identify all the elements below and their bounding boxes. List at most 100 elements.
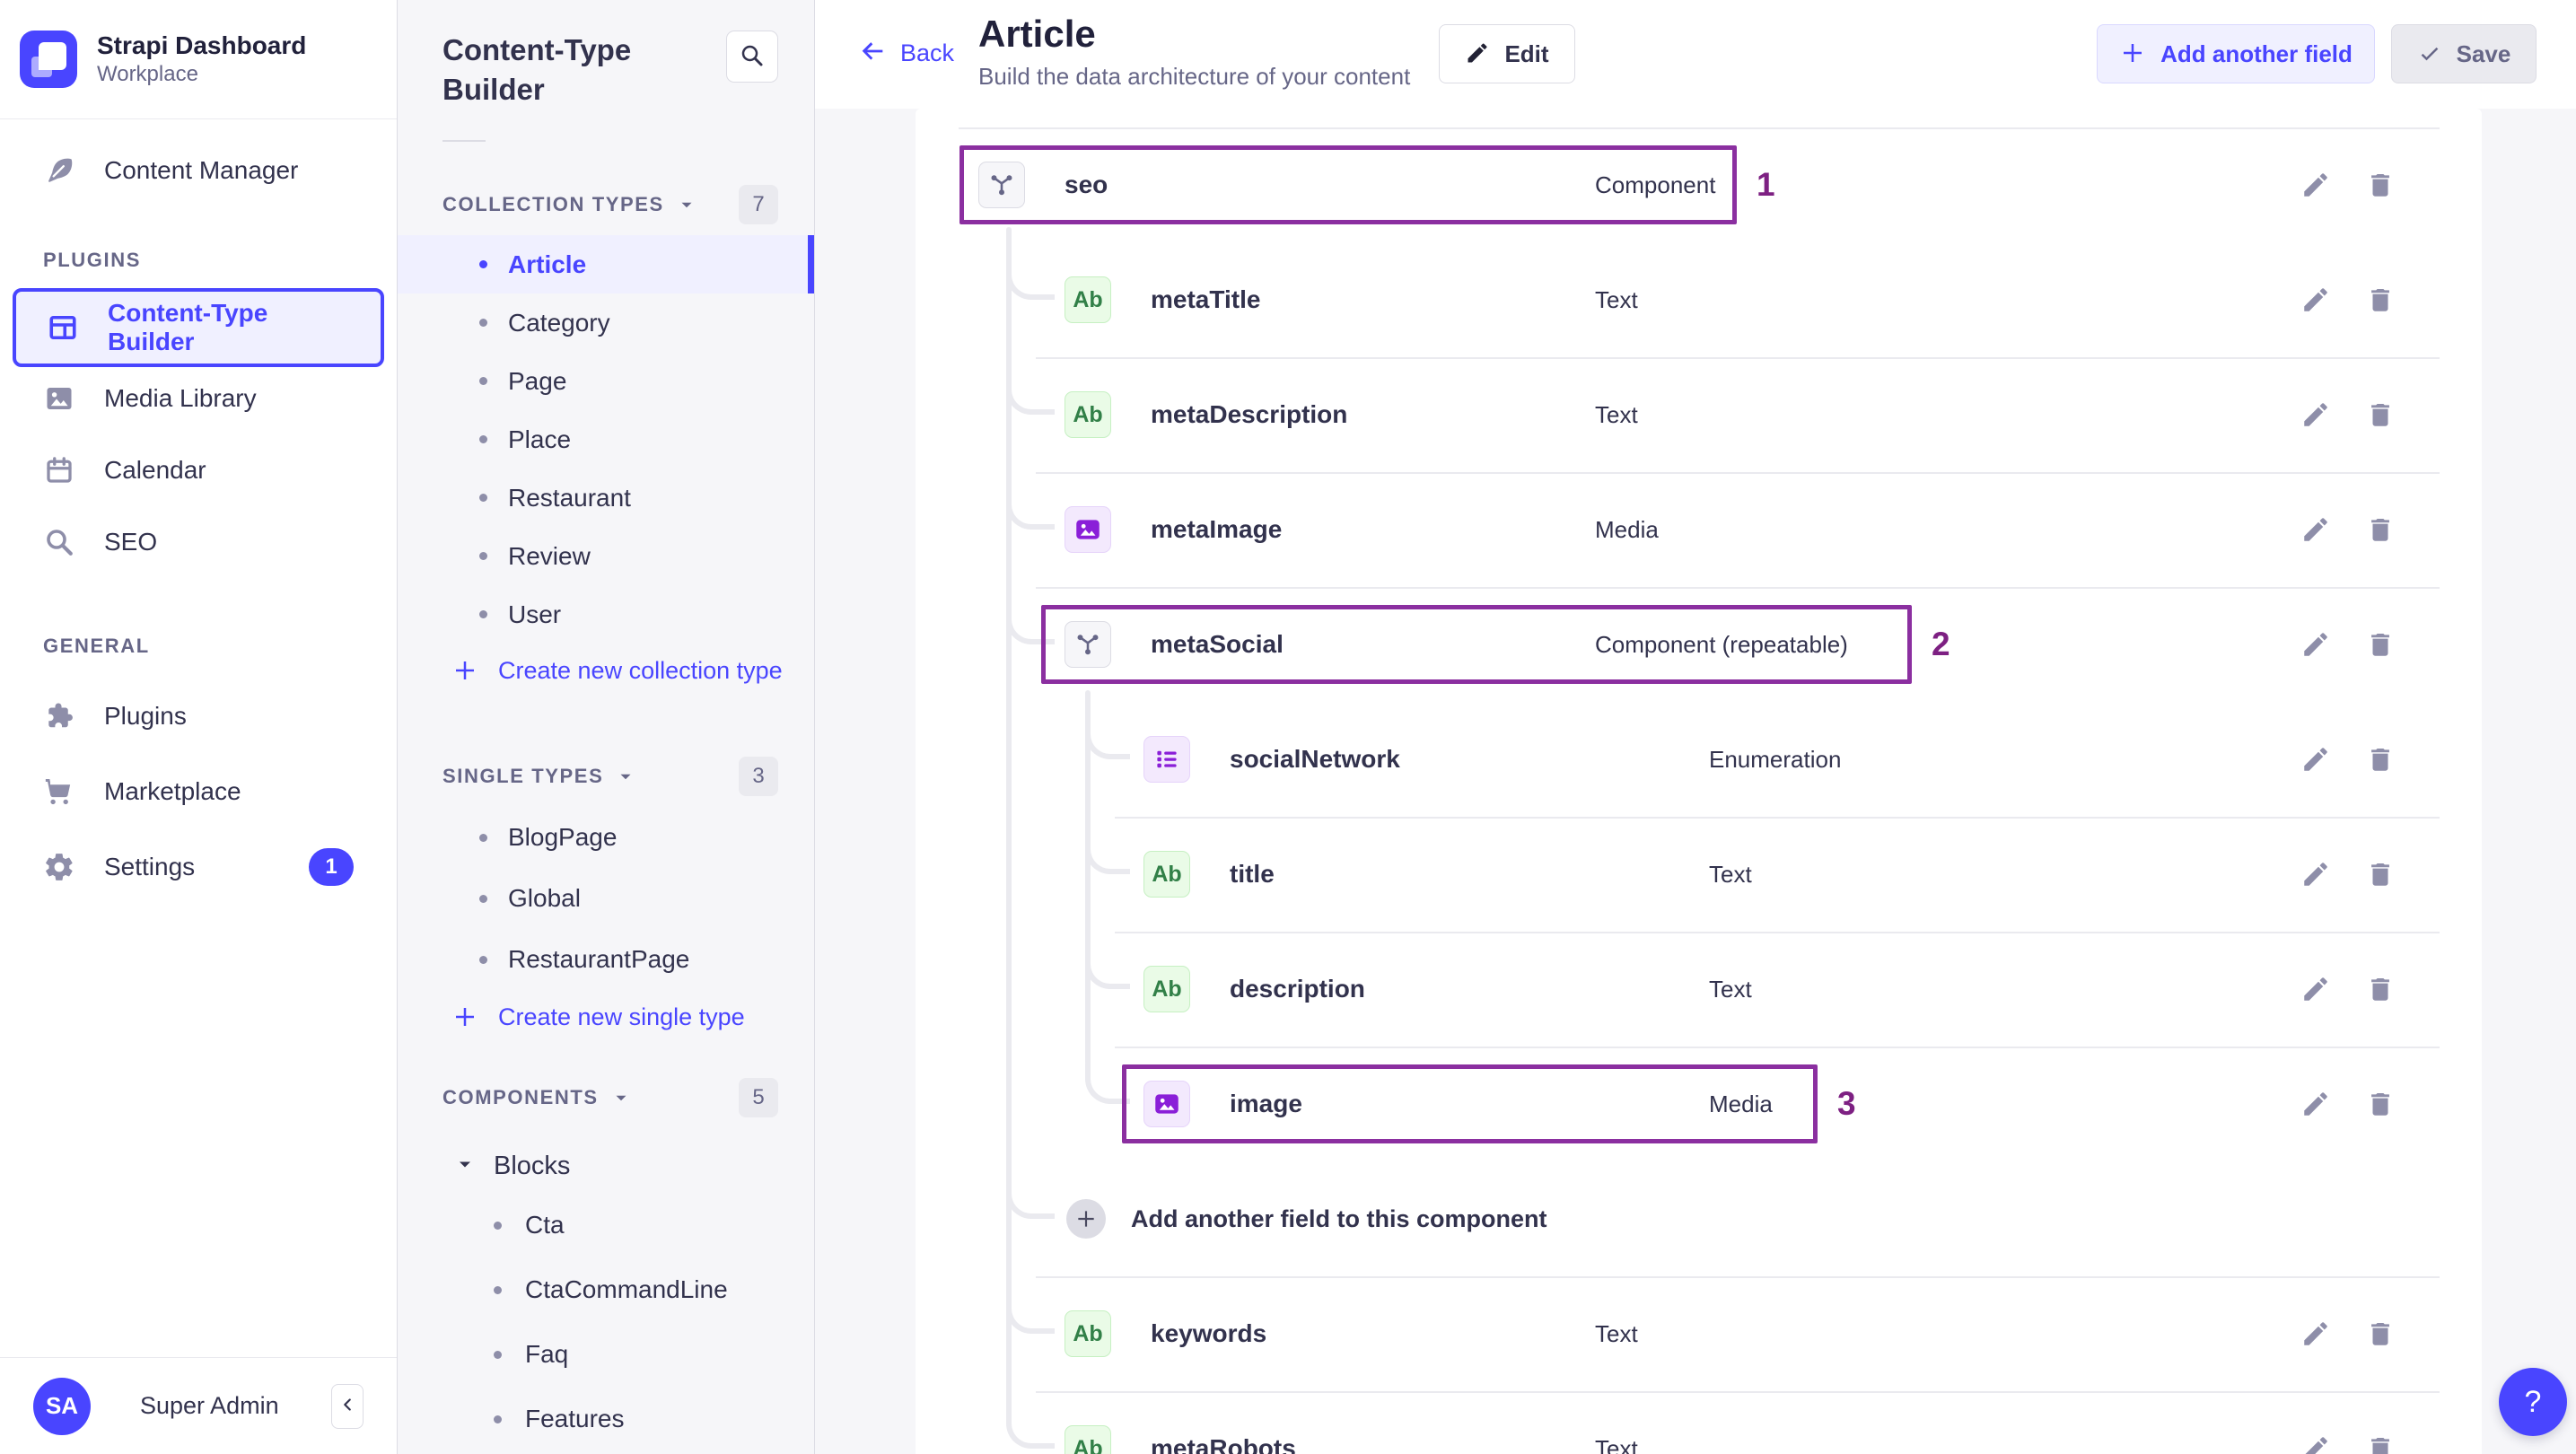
delete-field-button[interactable] <box>2365 1318 2396 1349</box>
field-name: metaTitle <box>1151 285 1261 313</box>
delete-field-button[interactable] <box>2365 859 2396 889</box>
delete-field-button[interactable] <box>2365 1433 2396 1454</box>
create-link-create-new-single-type[interactable]: Create new single type <box>398 990 814 1044</box>
edit-field-button[interactable] <box>2300 744 2331 775</box>
edit-field-button[interactable] <box>2300 1318 2331 1349</box>
builder-item-user[interactable]: User <box>398 585 814 644</box>
add-another-field-button[interactable]: Add another field <box>2097 24 2375 83</box>
component-item-features[interactable]: Features <box>398 1387 814 1451</box>
annotation-number: 3 <box>1837 1085 1856 1122</box>
builder-section-count: 5 <box>739 1078 778 1117</box>
field-name: metaDescription <box>1151 400 1348 428</box>
active-indicator-bar <box>808 235 814 293</box>
sidebar-item-seo[interactable]: SEO <box>13 511 384 574</box>
arrow-left-icon <box>857 36 888 71</box>
nav-item-label: Media Library <box>104 384 257 412</box>
bullet-icon <box>479 319 487 327</box>
builder-item-page[interactable]: Page <box>398 352 814 410</box>
avatar[interactable]: SA <box>33 1377 91 1435</box>
delete-field-button[interactable] <box>2365 744 2396 775</box>
builder-item-restaurantpage[interactable]: RestaurantPage <box>398 929 814 990</box>
delete-field-button[interactable] <box>2365 170 2396 200</box>
builder-section-label: COLLECTION TYPES <box>442 193 664 215</box>
edit-field-button[interactable] <box>2300 1433 2331 1454</box>
section-header-components[interactable]: COMPONENTS 5 <box>398 1078 814 1117</box>
edit-field-button[interactable] <box>2300 399 2331 430</box>
sidebar-item-content-type-builder[interactable]: Content-Type Builder <box>13 288 384 367</box>
builder-item-label: Features <box>525 1405 625 1432</box>
field-row-metaTitle: Ab metaTitle Text <box>916 242 2482 357</box>
edit-field-button[interactable] <box>2300 859 2331 889</box>
plus-icon <box>451 1003 478 1030</box>
edit-field-button[interactable] <box>2300 1089 2331 1119</box>
delete-field-button[interactable] <box>2365 1089 2396 1119</box>
nav-section-plugins: PLUGINS <box>43 249 141 271</box>
edit-field-button[interactable] <box>2300 629 2331 660</box>
field-name: metaRobots <box>1151 1434 1296 1454</box>
delete-field-button[interactable] <box>2365 974 2396 1004</box>
component-item-ctacommandline[interactable]: CtaCommandLine <box>398 1257 814 1322</box>
back-link[interactable]: Back <box>857 36 954 71</box>
component-item-cta[interactable]: Cta <box>398 1193 814 1257</box>
bullet-icon <box>479 552 487 560</box>
bullet-icon <box>479 610 487 618</box>
chevron-down-icon <box>677 195 697 215</box>
delete-field-button[interactable] <box>2365 399 2396 430</box>
media-field-icon <box>1065 506 1111 553</box>
delete-field-button[interactable] <box>2365 514 2396 545</box>
builder-item-place[interactable]: Place <box>398 410 814 469</box>
builder-item-label: CtaCommandLine <box>525 1275 728 1303</box>
field-row-image: image Media 3 <box>916 1047 2482 1161</box>
check-icon <box>2417 40 2442 68</box>
builder-create-label: Create new collection type <box>498 656 783 684</box>
collapse-sidebar-button[interactable] <box>331 1383 364 1429</box>
component-group-blocks[interactable]: Blocks <box>398 1139 814 1193</box>
builder-item-label: Restaurant <box>508 483 631 512</box>
builder-item-article[interactable]: Article <box>398 235 814 293</box>
main-sidebar: Strapi Dashboard Workplace Content Manag… <box>0 0 398 1454</box>
sidebar-item-content-manager[interactable]: Content Manager <box>13 139 384 202</box>
sidebar-item-marketplace[interactable]: Marketplace <box>13 760 384 823</box>
add-another-field-label: Add another field <box>2160 39 2353 67</box>
edit-field-button[interactable] <box>2300 974 2331 1004</box>
edit-field-button[interactable] <box>2300 514 2331 545</box>
delete-field-button[interactable] <box>2365 629 2396 660</box>
text-field-icon: Ab <box>1065 391 1111 438</box>
search-button[interactable] <box>726 31 778 83</box>
annotation-box <box>1122 1064 1818 1143</box>
builder-item-category[interactable]: Category <box>398 293 814 352</box>
help-button[interactable]: ? <box>2499 1368 2567 1436</box>
builder-item-restaurant[interactable]: Restaurant <box>398 469 814 527</box>
add-field-to-component-row: Add another field to this component <box>916 1161 2482 1276</box>
section-header-single-types[interactable]: SINGLE TYPES 3 <box>398 757 814 796</box>
section-header-collection-types[interactable]: COLLECTION TYPES 7 <box>398 185 814 224</box>
sidebar-item-settings[interactable]: Settings 1 <box>13 836 384 898</box>
builder-item-review[interactable]: Review <box>398 527 814 585</box>
bullet-icon <box>479 894 487 903</box>
edit-field-button[interactable] <box>2300 285 2331 315</box>
builder-list: BlogPage Global RestaurantPage <box>398 807 814 990</box>
field-row-metaImage: metaImage Media <box>916 472 2482 587</box>
delete-field-button[interactable] <box>2365 285 2396 315</box>
create-link-create-new-collection-type[interactable]: Create new collection type <box>398 644 814 697</box>
field-name: description <box>1230 975 1365 1003</box>
save-button[interactable]: Save <box>2391 24 2537 83</box>
builder-item-blogpage[interactable]: BlogPage <box>398 807 814 868</box>
field-row-metaRobots: Ab metaRobots Text <box>916 1391 2482 1454</box>
edit-field-button[interactable] <box>2300 170 2331 200</box>
field-type: Text <box>1595 285 1638 313</box>
app-title: Strapi Dashboard <box>97 31 307 59</box>
nav-item-label: Marketplace <box>104 777 241 805</box>
annotation-number: 2 <box>1932 626 1950 662</box>
nav-item-label: Content Manager <box>104 156 299 184</box>
field-row-seo: seo Component 1 <box>916 127 2482 242</box>
sidebar-item-media-library[interactable]: Media Library <box>13 367 384 430</box>
nav-item-label: Content-Type Builder <box>108 299 268 355</box>
builder-item-global[interactable]: Global <box>398 868 814 929</box>
component-item-faq[interactable]: Faq <box>398 1322 814 1387</box>
sidebar-item-calendar[interactable]: Calendar <box>13 439 384 502</box>
edit-button[interactable]: Edit <box>1439 24 1575 83</box>
pencil-icon <box>1465 40 1490 68</box>
sidebar-item-plugins[interactable]: Plugins <box>13 685 384 748</box>
add-field-to-component-button[interactable] <box>1066 1199 1106 1239</box>
